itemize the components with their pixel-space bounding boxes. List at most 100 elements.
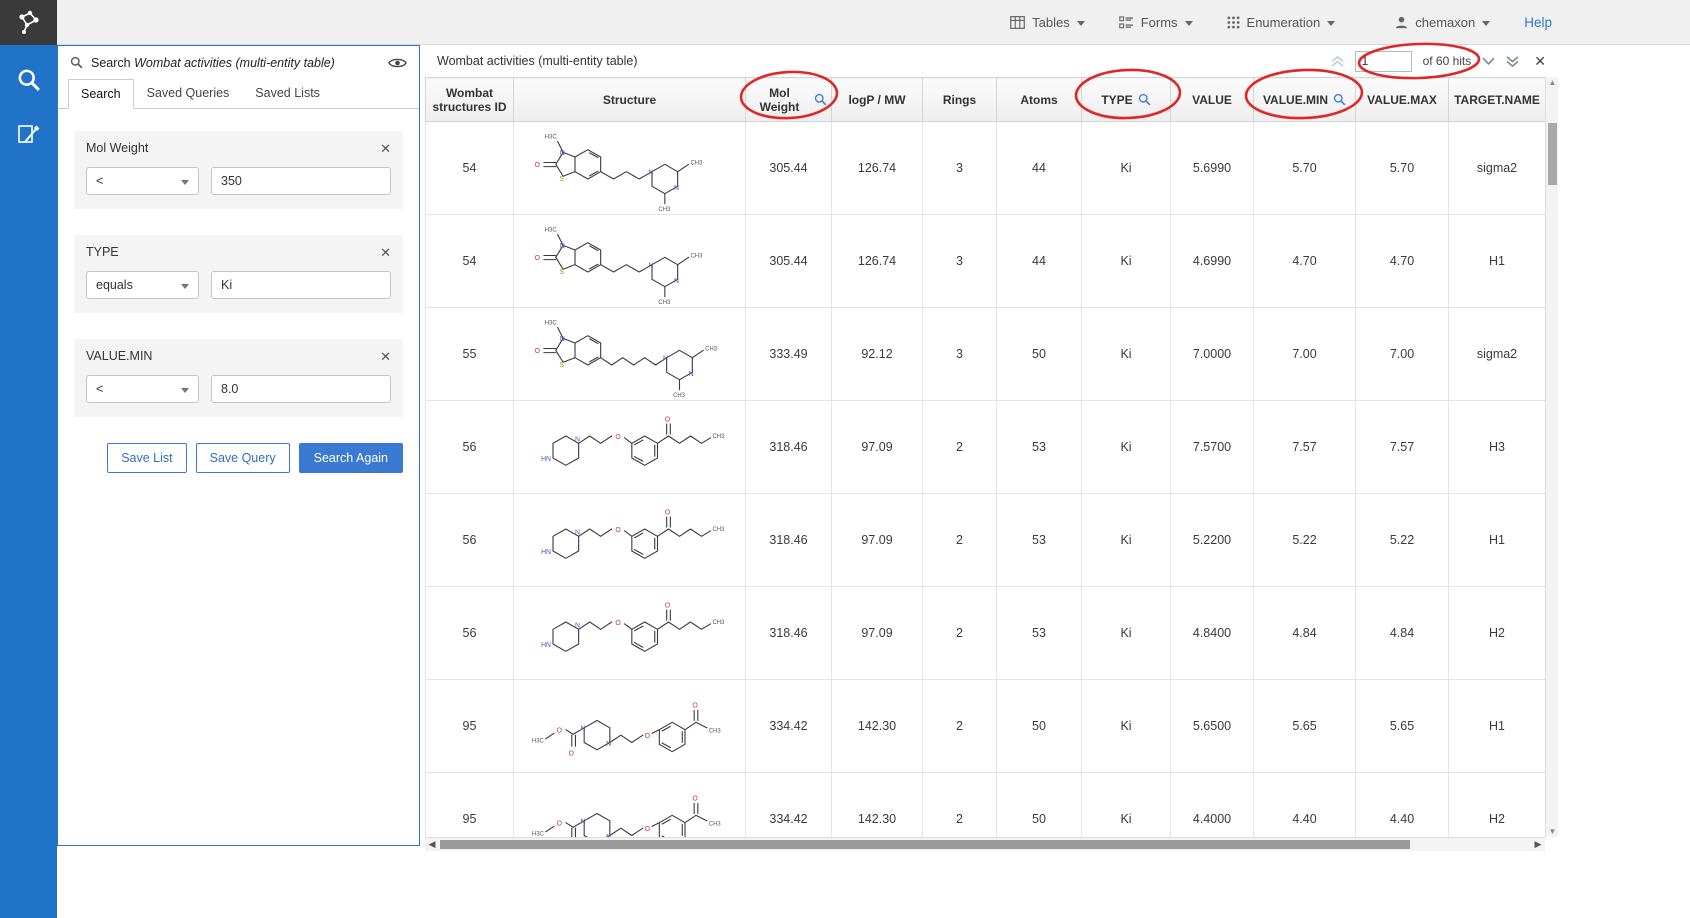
close-icon[interactable]: ✕ [380,246,391,259]
vertical-scrollbar[interactable]: ▲ ▼ [1545,77,1558,837]
search-tool-button[interactable] [0,53,57,107]
cell-logp-mw: 97.09 [832,494,923,587]
cell-structure [514,401,746,494]
col-value-min[interactable]: VALUE.MIN [1254,78,1356,122]
filter-value-input[interactable] [211,271,391,299]
double-chevron-up-icon[interactable] [1331,56,1344,67]
save-query-button[interactable]: Save Query [196,443,290,473]
nav-forms[interactable]: Forms [1119,15,1193,30]
column-label: TYPE [1101,93,1132,107]
cell-target-name: H2 [1449,773,1546,838]
col-wombat-structures-id[interactable]: Wombat structures ID [426,78,514,122]
col-rings[interactable]: Rings [923,78,997,122]
cell-value: 5.6500 [1171,680,1254,773]
search-panel-tabs: Search Saved Queries Saved Lists [58,79,419,109]
cell-rings: 2 [923,680,997,773]
cell-mol-weight: 334.42 [746,680,832,773]
grid-header-bar: Wombat activities (multi-entity table) o… [425,45,1558,77]
app-logo[interactable] [0,0,57,45]
double-chevron-down-icon[interactable] [1506,56,1519,67]
cell-atoms: 50 [997,308,1082,401]
cell-value: 7.5700 [1171,401,1254,494]
chevron-down-icon [1077,21,1085,26]
filter-mol-weight: Mol Weight ✕ < [74,131,403,209]
cell-type: Ki [1082,587,1171,680]
cell-target-name: H1 [1449,680,1546,773]
eye-icon[interactable] [388,57,407,69]
scroll-left-arrow[interactable]: ◀ [425,838,439,851]
col-value[interactable]: VALUE [1171,78,1254,122]
table-row[interactable]: 56 318.46 97.09 2 53 Ki 5.2200 5.22 5.22… [426,494,1546,587]
cell-value-max: 4.70 [1356,215,1449,308]
search-panel-header: Search Wombat activities (multi-entity t… [58,46,419,79]
column-label: VALUE.MAX [1367,93,1437,107]
tab-saved-lists[interactable]: Saved Lists [242,78,333,108]
search-again-button[interactable]: Search Again [299,443,403,473]
filter-value-input[interactable] [211,167,391,195]
cell-value-max: 5.22 [1356,494,1449,587]
scroll-right-arrow[interactable]: ▶ [1531,838,1545,851]
cell-type: Ki [1082,494,1171,587]
cell-mol-weight: 305.44 [746,215,832,308]
cell-id: 56 [426,494,514,587]
topbar: Tables Forms Enumeration chemaxon Help [0,0,1690,45]
user-menu[interactable]: chemaxon [1395,15,1490,30]
horizontal-scrollbar-thumb[interactable] [440,840,1410,849]
horizontal-scrollbar[interactable]: ◀ ▶ [425,837,1545,851]
cell-structure [514,587,746,680]
close-icon[interactable]: ✕ [1534,53,1546,70]
cell-value: 7.0000 [1171,308,1254,401]
table-row[interactable]: 55 333.49 92.12 3 50 Ki 7.0000 7.00 7.00… [426,308,1546,401]
cell-rings: 3 [923,122,997,215]
col-structure[interactable]: Structure [514,78,746,122]
nav-enumeration[interactable]: Enumeration [1227,15,1336,30]
col-mol-weight[interactable]: Mol Weight [746,78,832,122]
scroll-down-arrow[interactable]: ▼ [1546,827,1559,836]
scroll-up-arrow[interactable]: ▲ [1546,78,1559,87]
nav-tables[interactable]: Tables [1010,15,1085,30]
table-row[interactable]: 56 318.46 97.09 2 53 Ki 4.8400 4.84 4.84… [426,587,1546,680]
molecule-structure-image [524,496,736,584]
nav-tables-label: Tables [1032,15,1070,30]
grid-title: Wombat activities (multi-entity table) [437,54,638,68]
chevron-down-icon[interactable] [1482,57,1495,65]
table-row[interactable]: 95 334.42 142.30 2 50 Ki 4.4000 4.40 4.4… [426,773,1546,838]
help-link[interactable]: Help [1524,15,1552,30]
tab-saved-queries[interactable]: Saved Queries [134,78,243,108]
cell-id: 56 [426,587,514,680]
column-search-icon[interactable] [1333,93,1346,106]
cell-value-min: 7.00 [1254,308,1356,401]
table-row[interactable]: 56 318.46 97.09 2 53 Ki 7.5700 7.57 7.57… [426,401,1546,494]
table-row[interactable]: 54 305.44 126.74 3 44 Ki 4.6990 4.70 4.7… [426,215,1546,308]
page-input[interactable] [1355,51,1412,72]
cell-atoms: 53 [997,587,1082,680]
cell-logp-mw: 92.12 [832,308,923,401]
filter-value-input[interactable] [211,375,391,403]
vertical-scrollbar-thumb[interactable] [1548,123,1557,185]
cell-mol-weight: 318.46 [746,494,832,587]
table-row[interactable]: 54 305.44 126.74 3 44 Ki 5.6990 5.70 5.7… [426,122,1546,215]
close-icon[interactable]: ✕ [380,142,391,155]
close-icon[interactable]: ✕ [380,350,391,363]
col-type[interactable]: TYPE [1082,78,1171,122]
cell-id: 55 [426,308,514,401]
save-list-button[interactable]: Save List [107,443,186,473]
column-search-icon[interactable] [814,93,827,106]
column-search-icon[interactable] [1138,93,1151,106]
hit-count-label: of 60 hits [1423,54,1472,68]
cell-value-max: 7.00 [1356,308,1449,401]
col-value-max[interactable]: VALUE.MAX [1356,78,1449,122]
operator-select[interactable]: < [86,167,199,195]
tab-search[interactable]: Search [68,79,134,109]
col-atoms[interactable]: Atoms [997,78,1082,122]
col-logp-mw[interactable]: logP / MW [832,78,923,122]
filter-field-label: VALUE.MIN [86,349,152,363]
col-target-name[interactable]: TARGET.NAME [1449,78,1546,122]
table-row[interactable]: 95 334.42 142.30 2 50 Ki 5.6500 5.65 5.6… [426,680,1546,773]
search-title-table-name: Wombat activities (multi-entity table) [134,56,335,70]
operator-select[interactable]: < [86,375,199,403]
molecule-structure-image [524,217,736,305]
operator-select[interactable]: equals [86,271,199,299]
structure-editor-button[interactable] [0,107,57,161]
cell-logp-mw: 126.74 [832,122,923,215]
